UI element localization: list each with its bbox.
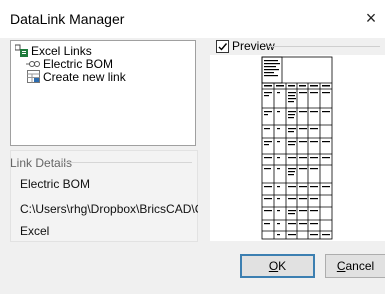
title-bar: DataLink Manager × bbox=[0, 0, 385, 38]
link-tree[interactable]: Excel Links Electric BOM Create new link bbox=[10, 40, 196, 146]
preview-divider bbox=[268, 46, 380, 47]
ok-button-accel: O bbox=[268, 259, 279, 273]
cancel-button[interactable]: Cancel bbox=[325, 254, 385, 278]
link-details-heading: Link Details bbox=[10, 156, 73, 170]
tree-item-create-new-link[interactable]: Create new link bbox=[25, 70, 185, 84]
link-type-value: Excel bbox=[20, 224, 50, 238]
tree-item-electric-bom[interactable]: Electric BOM bbox=[25, 57, 185, 71]
window-title: DataLink Manager bbox=[10, 11, 125, 27]
new-link-icon bbox=[27, 70, 40, 83]
close-icon[interactable]: × bbox=[366, 8, 377, 28]
link-name-value: Electric BOM bbox=[20, 177, 91, 191]
ok-button-label: K bbox=[278, 259, 287, 273]
link-path-value: C:\Users\rhg\Dropbox\BricsCAD\CD - : bbox=[20, 202, 198, 216]
table-preview-image bbox=[261, 56, 333, 240]
tree-label-create-new-link: Create new link bbox=[43, 70, 126, 84]
tree-label-electric-bom: Electric BOM bbox=[43, 57, 114, 71]
link-details-divider bbox=[62, 162, 192, 163]
preview-pane bbox=[210, 55, 385, 241]
tree-item-excel-links[interactable]: Excel Links bbox=[15, 44, 185, 58]
close-button[interactable]: × bbox=[361, 8, 381, 28]
datalink-icon bbox=[26, 61, 40, 67]
cancel-button-label: ancel bbox=[345, 259, 375, 273]
excel-links-icon bbox=[15, 44, 28, 57]
ok-button[interactable]: OK bbox=[240, 254, 315, 278]
checkmark-icon bbox=[218, 43, 228, 51]
tree-label-excel-links: Excel Links bbox=[31, 44, 92, 58]
preview-checkbox[interactable] bbox=[216, 40, 229, 53]
